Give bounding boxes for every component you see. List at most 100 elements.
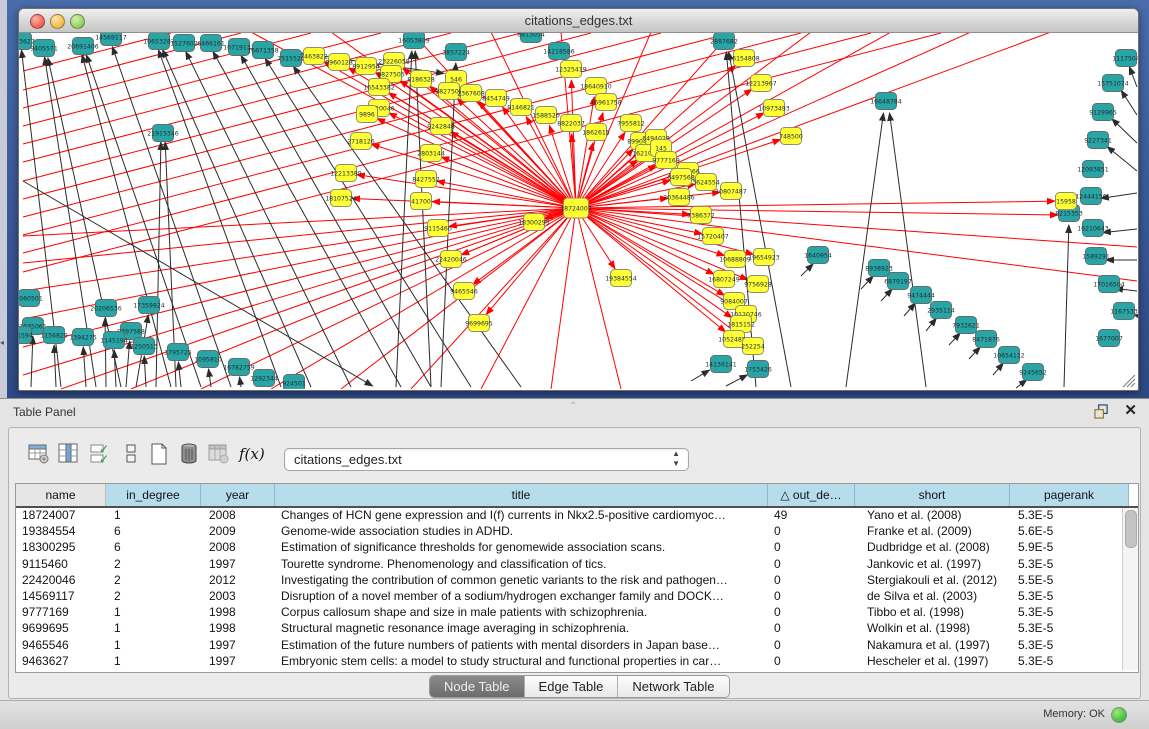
network-node[interactable]: 1588520 [532,107,560,124]
column-header-name[interactable]: name [16,484,106,506]
tab-network-table[interactable]: Network Table [618,676,728,697]
network-node[interactable]: 1753426 [744,361,772,378]
network-node[interactable]: 10654112 [993,347,1025,364]
network-node[interactable]: 2935114 [927,302,955,319]
tab-edge-table[interactable]: Edge Table [525,676,619,697]
network-node[interactable]: 1815152 [727,316,755,333]
table-row[interactable]: 946554611997Estimation of the future num… [16,637,1138,653]
table-row[interactable]: 2242004622012Investigating the contribut… [16,572,1138,588]
network-node[interactable]: 21915346 [147,125,179,142]
new-table-icon[interactable] [147,442,171,466]
network-node[interactable]: 9465546 [450,283,478,300]
network-node[interactable]: 748500 [779,128,803,145]
network-node[interactable]: 1640954 [804,247,832,264]
network-node[interactable]: 20691406 [67,38,99,55]
network-node[interactable]: 16782759 [223,359,255,376]
table-row[interactable]: 977716911998Corpus callosum shape and si… [16,604,1138,620]
network-node[interactable]: 14136141 [705,356,737,373]
network-node[interactable]: 1117504 [1112,50,1138,67]
network-node[interactable]: 8454749 [482,90,510,107]
table-row[interactable]: 946362711997Embryonic stem cells: a mode… [16,653,1138,669]
select-rows-icon[interactable]: ✓ ✓ [89,442,113,466]
tab-node-table[interactable]: Node Table [430,676,525,697]
network-node[interactable]: 8912954 [352,58,380,75]
network-node[interactable]: 7463822 [300,48,328,65]
network-node[interactable]: 2367608 [457,85,485,102]
network-node[interactable]: 18724007 [560,198,592,218]
column-header-year[interactable]: year [201,484,275,506]
network-node[interactable]: 1156829 [40,327,68,344]
network-node[interactable]: 8822037 [557,115,585,132]
network-node[interactable]: 252254 [741,338,765,355]
network-node[interactable]: 391594 [19,327,33,344]
network-window[interactable]: citations_edges.txt 18724007946362794055… [18,8,1139,391]
table-row[interactable]: 1830029562008Estimation of significance … [16,539,1138,555]
network-node[interactable]: 8427552 [412,171,440,188]
network-node[interactable]: 18640910 [580,78,612,95]
network-node[interactable]: 12093851 [1077,161,1109,178]
network-node[interactable]: 14569117 [95,33,127,46]
network-node[interactable]: 1862615 [582,124,610,141]
network-node[interactable]: 1145194 [100,332,128,349]
network-node[interactable]: 6466161 [197,35,225,52]
network-node[interactable]: 1292344 [250,370,278,387]
network-node[interactable]: 15958 [1056,193,1077,210]
network-node[interactable]: 9129965 [1089,104,1117,121]
table-selector-dropdown[interactable]: citations_edges.txt ▲▼ [284,448,689,471]
network-node[interactable]: 9245652 [1019,364,1047,381]
network-canvas[interactable]: 1872400794636279405571206914061456911710… [19,33,1138,389]
network-node[interactable]: 924501 [282,375,306,390]
network-node[interactable]: 10807487 [715,183,747,200]
network-node[interactable]: 12325419 [555,61,587,78]
network-node[interactable]: 9146821 [507,99,535,116]
column-header-in_degree[interactable]: in_degree [106,484,201,506]
table-row[interactable]: 969969511998Structural magnetic resonanc… [16,620,1138,636]
network-node[interactable]: 16154808 [728,50,760,67]
import-table-icon[interactable] [207,442,231,466]
column-header-out_de[interactable]: △ out_de… [768,484,855,506]
column-header-title[interactable]: title [275,484,768,506]
network-node[interactable]: 1795725 [164,344,192,361]
network-node[interactable]: 22420046 [435,251,467,268]
function-builder-icon[interactable]: f(x) [239,445,263,469]
network-node[interactable]: 9242848 [427,118,455,135]
network-node[interactable]: 1527602 [170,35,198,52]
table-row[interactable]: 1456911722003Disruption of a novel membe… [16,588,1138,604]
network-node[interactable]: 1167533 [1110,303,1138,320]
network-node[interactable]: 8960128 [325,54,353,71]
table-settings-icon[interactable] [27,442,51,466]
network-node[interactable]: 3857224 [442,44,470,61]
network-node[interactable]: 12444156 [1075,188,1107,205]
network-node[interactable]: 8186328 [407,71,435,88]
row-height-icon[interactable] [119,442,143,466]
network-node[interactable]: 16053809 [398,33,430,49]
network-node[interactable]: 20206536 [90,300,122,317]
collapse-panel-arrow-icon[interactable]: ◂ [0,338,4,347]
network-node[interactable]: 12213389 [330,165,362,182]
network-node[interactable]: 9777169 [652,152,680,169]
network-node[interactable]: 9896 [357,106,378,123]
show-columns-icon[interactable] [57,442,81,466]
close-panel-icon[interactable]: ✕ [1124,403,1137,419]
network-node[interactable]: 19654923 [748,249,780,266]
network-node[interactable]: 9756928 [744,276,772,293]
network-node[interactable]: 8471876 [972,331,1000,348]
network-node[interactable]: 10688809 [719,251,751,268]
column-header-short[interactable]: short [855,484,1010,506]
network-node[interactable]: 16648784 [870,93,902,110]
network-node[interactable]: 9474444 [907,287,935,304]
network-node[interactable]: 1095810 [194,351,222,368]
network-window-titlebar[interactable]: citations_edges.txt [19,9,1138,33]
network-node[interactable]: 6497568 [667,169,695,186]
table-row[interactable]: 1938455462009Genome-wide association stu… [16,523,1138,539]
delete-table-icon[interactable] [177,442,201,466]
network-node[interactable]: 9699695 [465,315,493,332]
network-node[interactable]: 7386372 [687,207,715,224]
network-node[interactable]: 9405571 [30,40,58,57]
network-node[interactable]: 17016504 [1093,276,1125,293]
network-node[interactable]: 17359924 [133,297,165,314]
network-node[interactable]: 20364486 [663,189,695,206]
network-node[interactable]: 2803144 [417,145,445,162]
network-node[interactable]: 7955812 [617,115,645,132]
network-graph[interactable]: 1872400794636279405571206914061456911710… [19,33,1138,389]
